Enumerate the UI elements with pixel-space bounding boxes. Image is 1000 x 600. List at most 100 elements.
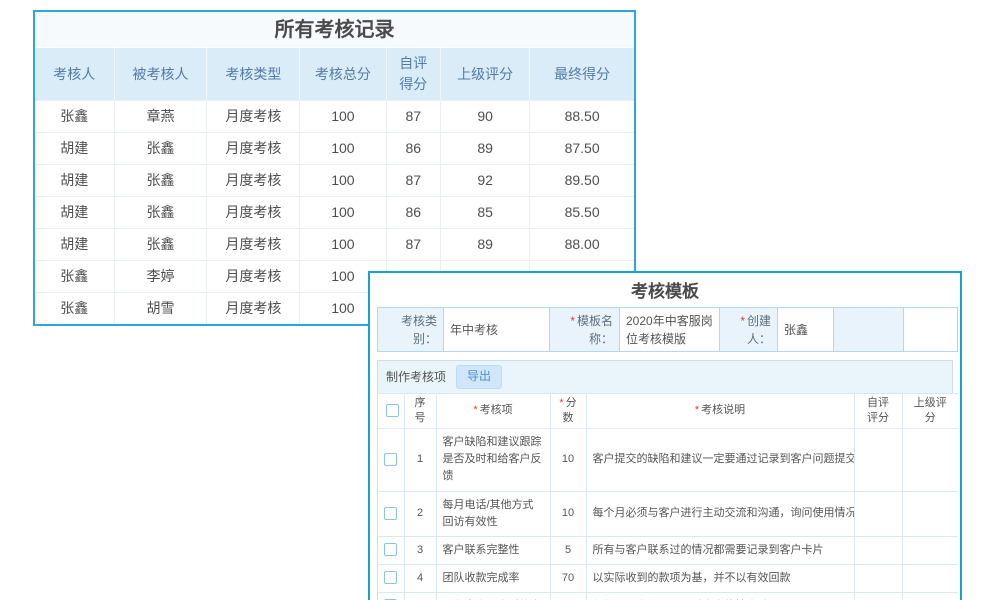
col-header-desc: *考核说明 (586, 393, 854, 429)
record-assessor: 胡建 (35, 196, 114, 228)
category-label: 考核类别： (378, 308, 444, 352)
record-assessee: 张鑫 (114, 132, 207, 164)
item-row: 5 工作态度、素质能力 5 积极主动沟通问题，对客户热情真诚 (378, 592, 958, 600)
select-all-checkbox[interactable] (386, 404, 399, 417)
record-superior-score: 89 (441, 228, 530, 260)
record-type: 月度考核 (207, 132, 300, 164)
record-self-score: 87 (386, 228, 441, 260)
required-icon: * (695, 404, 699, 416)
item-score: 10 (550, 429, 586, 491)
col-header-assessor: 考核人 (35, 48, 114, 100)
record-row[interactable]: 张鑫 章燕 月度考核 100 87 90 88.50 (35, 100, 634, 132)
item-name: 团队收款完成率 (436, 564, 550, 592)
record-row[interactable]: 胡建 张鑫 月度考核 100 87 89 88.00 (35, 228, 634, 260)
item-name: 客户缺陷和建议跟踪是否及时和给客户反馈 (436, 429, 550, 491)
record-type: 月度考核 (207, 292, 300, 324)
record-superior-score: 90 (441, 100, 530, 132)
item-checkbox[interactable] (384, 571, 397, 584)
screen: 所有考核记录 考核人 被考核人 考核类型 考核总分 自评得分 上级评分 最终得分 (0, 0, 1000, 600)
items-section: 制作考核项 导出 序号 *考核项 *分数 *考核说明 自评评分 上 (377, 360, 953, 600)
record-assessee: 张鑫 (114, 196, 207, 228)
item-desc: 客户提交的缺陷和建议一定要通过记录到客户问题提交列表 (586, 429, 854, 491)
item-self-rating-cell (854, 429, 902, 491)
record-type: 月度考核 (207, 196, 300, 228)
item-select-cell (378, 536, 404, 564)
item-desc: 每个月必须与客户进行主动交流和沟通，询问使用情况等 (586, 491, 854, 536)
item-score: 5 (550, 592, 586, 600)
record-row[interactable]: 胡建 张鑫 月度考核 100 87 92 89.50 (35, 164, 634, 196)
item-desc: 积极主动沟通问题，对客户热情真诚 (586, 592, 854, 600)
item-superior-rating-cell (902, 592, 958, 600)
record-final-score: 89.50 (530, 164, 634, 196)
creator-field[interactable]: 张鑫 (778, 308, 834, 352)
record-assessor: 张鑫 (35, 100, 114, 132)
col-header-item: *考核项 (436, 393, 550, 429)
record-assessee: 张鑫 (114, 164, 207, 196)
record-assessor: 胡建 (35, 164, 114, 196)
template-form: 考核类别： 年中考核 *模板名称： 2020年中客服岗位考核模版 *创建人： 张… (377, 307, 958, 352)
record-self-score: 86 (386, 132, 441, 164)
record-type: 月度考核 (207, 100, 300, 132)
item-select-cell (378, 491, 404, 536)
record-assessor: 张鑫 (35, 260, 114, 292)
record-assessee: 张鑫 (114, 228, 207, 260)
col-header-seq: 序号 (404, 393, 436, 429)
item-seq: 2 (404, 491, 436, 536)
items-header-row: 序号 *考核项 *分数 *考核说明 自评评分 上级评分 (378, 393, 958, 429)
item-select-cell (378, 429, 404, 491)
item-seq: 5 (404, 592, 436, 600)
records-panel-title: 所有考核记录 (35, 12, 634, 48)
col-header-score: *分数 (550, 393, 586, 429)
template-name-label: *模板名称： (550, 308, 620, 352)
item-score: 5 (550, 536, 586, 564)
record-assessor: 胡建 (35, 228, 114, 260)
item-row: 2 每月电话/其他方式回访有效性 10 每个月必须与客户进行主动交流和沟通，询问… (378, 491, 958, 536)
col-header-self-score: 自评得分 (386, 48, 441, 100)
record-row[interactable]: 胡建 张鑫 月度考核 100 86 85 85.50 (35, 196, 634, 228)
record-row[interactable]: 胡建 张鑫 月度考核 100 86 89 87.50 (35, 132, 634, 164)
items-toolbar: 制作考核项 导出 (378, 361, 952, 393)
record-total: 100 (300, 132, 386, 164)
record-assessee: 李婷 (114, 260, 207, 292)
record-self-score: 87 (386, 100, 441, 132)
item-name: 每月电话/其他方式回访有效性 (436, 491, 550, 536)
record-assessor: 张鑫 (35, 292, 114, 324)
item-superior-rating-cell (902, 536, 958, 564)
item-name: 工作态度、素质能力 (436, 592, 550, 600)
record-type: 月度考核 (207, 260, 300, 292)
template-name-field[interactable]: 2020年中客服岗位考核模版 (620, 308, 720, 352)
item-superior-rating-cell (902, 429, 958, 491)
col-header-total: 考核总分 (300, 48, 386, 100)
form-empty-label-cell (834, 308, 904, 352)
template-panel-title: 考核模板 (377, 273, 953, 307)
record-final-score: 85.50 (530, 196, 634, 228)
item-row: 3 客户联系完整性 5 所有与客户联系过的情况都需要记录到客户卡片 (378, 536, 958, 564)
record-total: 100 (300, 228, 386, 260)
record-self-score: 87 (386, 164, 441, 196)
required-icon: * (740, 314, 745, 328)
col-header-assessee: 被考核人 (114, 48, 207, 100)
col-header-final-score: 最终得分 (530, 48, 634, 100)
record-type: 月度考核 (207, 228, 300, 260)
item-select-cell (378, 592, 404, 600)
item-self-rating-cell (854, 592, 902, 600)
item-checkbox[interactable] (384, 507, 397, 520)
required-icon: * (473, 404, 477, 416)
record-superior-score: 89 (441, 132, 530, 164)
item-select-cell (378, 564, 404, 592)
item-seq: 3 (404, 536, 436, 564)
export-button[interactable]: 导出 (456, 365, 502, 389)
item-seq: 1 (404, 429, 436, 491)
item-checkbox[interactable] (384, 543, 397, 556)
record-total: 100 (300, 196, 386, 228)
record-type: 月度考核 (207, 164, 300, 196)
item-checkbox[interactable] (384, 453, 397, 466)
category-field[interactable]: 年中考核 (444, 308, 550, 352)
select-all-cell (378, 393, 404, 429)
item-row: 4 团队收款完成率 70 以实际收到的款项为基，并不以有效回款 (378, 564, 958, 592)
item-score: 10 (550, 491, 586, 536)
item-row: 1 客户缺陷和建议跟踪是否及时和给客户反馈 10 客户提交的缺陷和建议一定要通过… (378, 429, 958, 491)
item-name: 客户联系完整性 (436, 536, 550, 564)
col-header-self-rating: 自评评分 (854, 393, 902, 429)
item-seq: 4 (404, 564, 436, 592)
